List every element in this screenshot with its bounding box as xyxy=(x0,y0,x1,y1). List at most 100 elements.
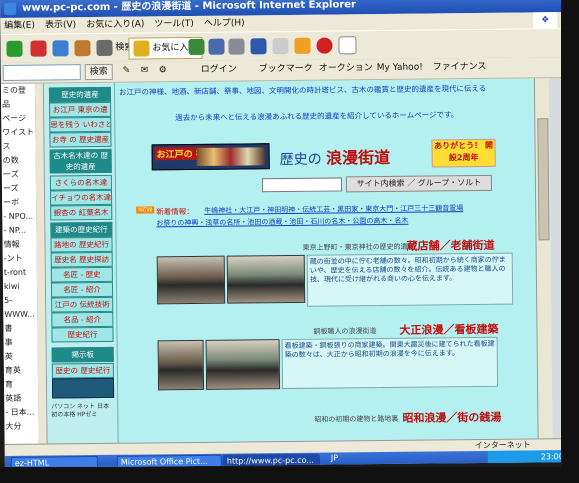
sidebar-item[interactable]: 品 xyxy=(1,98,35,112)
section-subtitle: 昭和の初期の建物と路地裏 xyxy=(314,414,399,424)
section-description: 蔵の街並の中に佇む老舗の数々。昭和初期から続く商家の佇まいや、歴史を伝える店舗の… xyxy=(306,252,514,307)
refresh-button[interactable] xyxy=(48,38,72,58)
menu-help[interactable]: ヘルプ(H) xyxy=(204,15,245,31)
sidebar-item[interactable]: ーズ xyxy=(2,182,36,196)
sidebar-item[interactable]: ワイスト xyxy=(1,126,35,140)
sidebar-item[interactable]: WWW... xyxy=(3,308,37,322)
section-title[interactable]: 昭和浪漫／街の銭湯 xyxy=(402,409,501,426)
home-icon xyxy=(74,39,91,56)
nav-item[interactable]: イチョウの名木達 xyxy=(49,189,113,206)
login-link[interactable]: ログイン xyxy=(201,63,237,77)
sidebar-item[interactable]: - NPO... xyxy=(2,210,36,224)
login-label: ログイン xyxy=(200,64,237,75)
edit-button[interactable] xyxy=(246,36,270,56)
pattern-banner[interactable] xyxy=(51,377,115,399)
ie-addon-button[interactable] xyxy=(312,35,336,55)
sidebar-item[interactable]: 英 xyxy=(4,350,38,364)
nav-item[interactable]: お江戸 東京の遺 xyxy=(49,101,112,118)
nav-item[interactable]: お寺 の 歴史遺産 xyxy=(49,131,112,148)
sidebar-item[interactable]: 5- xyxy=(3,294,37,308)
nav-item[interactable]: 江戸の 伝統技術 xyxy=(51,296,114,313)
sidebar-item[interactable]: 事 xyxy=(4,336,38,350)
refresh-icon xyxy=(52,39,69,56)
myyahoo-link[interactable]: My Yahoo! xyxy=(377,61,423,75)
left-nav: 歴史的遺産 お江戸 東京の遺 思を残う いわさと お寺 の 歴史遺産 古木名木達… xyxy=(45,84,116,442)
bbs-button[interactable]: 掲示板 xyxy=(51,346,114,363)
link-icon-b[interactable]: ✉ xyxy=(141,63,149,77)
nav-item[interactable]: 古木名木達の 歴史的遺産 xyxy=(49,148,112,174)
star-icon xyxy=(133,39,150,57)
menu-view[interactable]: 表示(V) xyxy=(45,17,76,33)
menu-tools[interactable]: ツール(T) xyxy=(154,16,194,32)
sidebar-item[interactable]: 大分 xyxy=(4,420,38,434)
taskbar-item[interactable]: http://www.pc-pc.co... xyxy=(222,453,320,468)
section-title[interactable]: 蔵店舗／老舗街道 xyxy=(407,237,495,254)
sidebar-item[interactable]: ページ xyxy=(1,112,35,126)
sidebar-item[interactable]: 育 xyxy=(4,378,38,392)
finance-link[interactable]: ファイナンス xyxy=(433,60,487,75)
auction-link[interactable]: オークション xyxy=(319,61,373,76)
extra-icon xyxy=(338,35,357,54)
page-scrollbar-thumb[interactable] xyxy=(537,118,550,241)
shop-photo xyxy=(226,254,306,304)
sidebar-item[interactable]: ス xyxy=(1,140,35,154)
link-icon-c[interactable]: ⚙ xyxy=(159,63,167,77)
home-button[interactable] xyxy=(70,38,94,58)
sidebar-item[interactable]: kiwi xyxy=(3,280,37,294)
sidebar-item[interactable]: t-ront xyxy=(3,266,37,280)
nav-item[interactable]: 建築の歴史紀行 xyxy=(50,221,113,238)
sidebar-item[interactable]: 一ズ xyxy=(2,168,36,182)
window-title: www.pc-pc.com - 歴史の浪漫街道 - Microsoft Inte… xyxy=(22,0,357,14)
taskbar-item[interactable]: Microsoft Office Pict... xyxy=(116,454,222,468)
nav-item[interactable]: 歴史紀行 xyxy=(51,326,114,343)
discuss-button[interactable] xyxy=(268,36,292,56)
extra-button[interactable] xyxy=(334,35,360,55)
back-button[interactable] xyxy=(2,39,26,59)
toolbar-search-button[interactable]: 検索 xyxy=(84,63,113,81)
nav-item[interactable]: 路地の 歴史紀行 xyxy=(50,236,113,253)
page-content: 歴史的遺産 お江戸 東京の遺 思を残う いわさと お寺 の 歴史遺産 古木名木達… xyxy=(43,78,553,444)
page-scrollbar[interactable] xyxy=(533,78,553,439)
nav-item[interactable]: 思を残う いわさと xyxy=(49,116,112,133)
sidebar-item[interactable]: 情報 xyxy=(2,238,36,252)
shop-photo xyxy=(156,255,226,305)
sidebar-item[interactable]: 書 xyxy=(3,322,37,336)
ime-indicator[interactable]: JP xyxy=(331,453,338,462)
site-title-prefix: 歴史の xyxy=(279,151,322,169)
site-search-input[interactable] xyxy=(261,177,343,193)
section-description: 看板建築・銅板張りの商家建築。関東大震災後に建てられた看板建築の数々は、大正から… xyxy=(281,336,499,390)
system-tray: 23:00 xyxy=(487,450,568,465)
news-link-line1[interactable]: 牛嶋神社・大江戸・神田明神・伝統工芸・黒田家・東京大門・江戸三十三観音霊場 xyxy=(204,203,463,216)
site-logo[interactable]: お江戸の 神輿 xyxy=(151,143,270,171)
bookmark-label: ブックマーク xyxy=(258,63,313,75)
messenger-button[interactable] xyxy=(290,36,314,56)
windows-logo-icon: ❖ xyxy=(533,12,558,29)
nav-item[interactable]: 名匠 - 歴史 xyxy=(50,266,113,283)
menu-favorites[interactable]: お気に入り(A) xyxy=(86,16,144,33)
link-icon-a[interactable]: ✎ xyxy=(123,64,131,78)
print-button[interactable] xyxy=(224,36,248,56)
sidebar-item[interactable]: 英語 xyxy=(4,392,38,406)
menu-edit[interactable]: 編集(E) xyxy=(4,18,35,34)
nav-item[interactable]: 名匠 - 紹介 xyxy=(50,281,114,298)
bookmark-link[interactable]: ブックマーク xyxy=(259,62,313,77)
sidebar-item[interactable]: - 日本... xyxy=(4,406,38,420)
sidebar-item[interactable]: - NP... xyxy=(2,224,36,238)
sidebar-item[interactable]: 育英 xyxy=(4,364,38,378)
nav-item[interactable]: 歴史的遺産 xyxy=(48,86,112,103)
news-link-line2[interactable]: お祭りの神輿・浅草の名所・池田の酒蔵・池田・石川の名木・公園の高木・名木 xyxy=(156,216,408,229)
nav-item[interactable]: 歴史名 歴史探訪 xyxy=(50,251,113,268)
sidebar-item[interactable]: の数 xyxy=(2,154,36,168)
anniversary-badge: ありがとう！ 開設2周年 xyxy=(431,138,496,168)
stop-button[interactable] xyxy=(26,38,50,58)
sidebar-item[interactable]: ーボ xyxy=(2,196,36,210)
sidebar-item[interactable]: ミの登 xyxy=(1,84,35,98)
sidebar-item[interactable]: -ント xyxy=(3,252,37,266)
nav-item[interactable]: 銀杏の 紅葉名木 xyxy=(50,204,113,221)
site-search-button[interactable]: サイト内検索 ／ グループ・ソルト xyxy=(345,174,493,193)
section-title[interactable]: 大正浪漫／看板建築 xyxy=(399,321,498,338)
toolbar-search-input[interactable] xyxy=(2,64,81,81)
nav-item[interactable]: 歴史の 歴史紀行 xyxy=(51,362,114,379)
nav-item[interactable]: 名品 - 紹介 xyxy=(51,311,114,328)
nav-item[interactable]: さくらの名木達 xyxy=(49,174,112,191)
